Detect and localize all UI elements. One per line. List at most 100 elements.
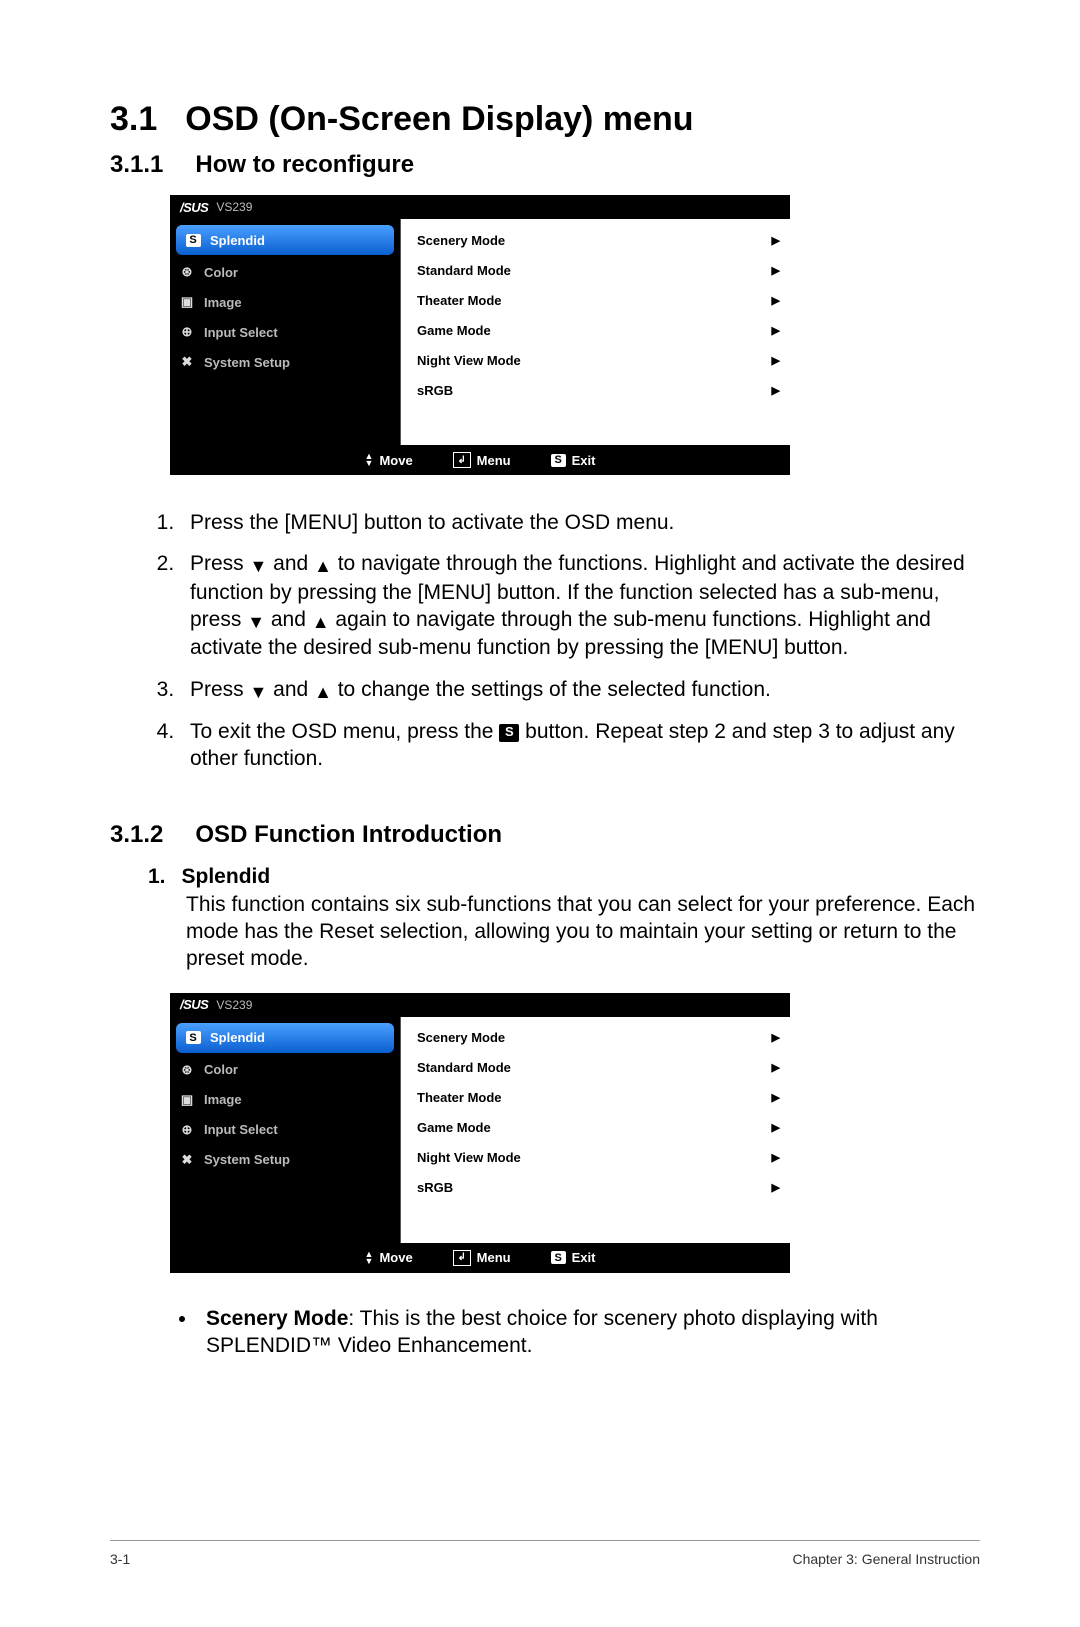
- osd-menu-label: Image: [204, 1092, 242, 1107]
- s-icon: S: [184, 1031, 202, 1044]
- osd-menu-color[interactable]: ⊛ Color: [170, 1055, 400, 1085]
- osd-menu-label: Color: [204, 1062, 238, 1077]
- osd-option-scenery[interactable]: Scenery Mode▶: [417, 225, 780, 255]
- setup-icon: ✖: [178, 1152, 196, 1168]
- input-icon: ⊕: [178, 1122, 196, 1138]
- input-icon: ⊕: [178, 324, 196, 340]
- hint-exit: S Exit: [551, 453, 596, 468]
- osd-right-menu: Scenery Mode▶ Standard Mode▶ Theater Mod…: [401, 219, 790, 445]
- osd-menu-label: Color: [204, 265, 238, 280]
- hint-exit: S Exit: [551, 1250, 596, 1265]
- osd-option-standard[interactable]: Standard Mode▶: [417, 255, 780, 285]
- page-number: 3-1: [110, 1551, 130, 1567]
- chapter-label: Chapter 3: General Instruction: [792, 1551, 980, 1567]
- osd-menu-label: System Setup: [204, 355, 290, 370]
- down-arrow-icon: ▼: [250, 682, 268, 702]
- osd-option-game[interactable]: Game Mode▶: [417, 315, 780, 345]
- brand-logo: /SUS: [180, 200, 208, 215]
- osd-menu-label: Image: [204, 295, 242, 310]
- osd-option-standard[interactable]: Standard Mode▶: [417, 1053, 780, 1083]
- chevron-right-icon: ▶: [772, 1151, 780, 1164]
- image-icon: ▣: [178, 1092, 196, 1108]
- image-icon: ▣: [178, 294, 196, 310]
- osd-menu-label: System Setup: [204, 1152, 290, 1167]
- osd-menu-system-setup[interactable]: ✖ System Setup: [170, 347, 400, 377]
- menu-icon: ↲: [453, 452, 471, 468]
- steps-list: Press the [MENU] button to activate the …: [110, 509, 980, 787]
- s-icon: S: [184, 234, 202, 247]
- chevron-right-icon: ▶: [772, 354, 780, 367]
- osd-menu-system-setup[interactable]: ✖ System Setup: [170, 1145, 400, 1175]
- osd-menu-label: Input Select: [204, 325, 278, 340]
- osd-screenshot-2: /SUS VS239 S Splendid ⊛ Color ▣ Image ⊕: [170, 993, 980, 1273]
- chevron-right-icon: ▶: [772, 1121, 780, 1134]
- osd-menu-splendid[interactable]: S Splendid: [176, 225, 394, 255]
- hint-menu: ↲ Menu: [453, 1250, 511, 1266]
- osd-header: /SUS VS239: [170, 195, 790, 219]
- osd-option-theater[interactable]: Theater Mode▶: [417, 285, 780, 315]
- section-title-text: OSD (On-Screen Display) menu: [185, 100, 693, 139]
- menu-icon: ↲: [453, 1250, 471, 1266]
- hint-menu: ↲ Menu: [453, 452, 511, 468]
- osd-option-night[interactable]: Night View Mode▶: [417, 345, 780, 375]
- step-2: Press ▼ and ▲ to navigate through the fu…: [180, 550, 980, 661]
- chevron-right-icon: ▶: [772, 264, 780, 277]
- chevron-right-icon: ▶: [772, 384, 780, 397]
- osd-footer-hints: ▲▼ Move ↲ Menu S Exit: [170, 445, 790, 475]
- up-arrow-icon: ▲: [314, 556, 332, 576]
- section-number: 3.1: [110, 100, 157, 139]
- section-heading: 3.1 OSD (On-Screen Display) menu: [110, 100, 980, 139]
- chevron-right-icon: ▶: [772, 324, 780, 337]
- subsection-1-number: 3.1.1: [110, 151, 163, 179]
- model-label: VS239: [216, 998, 252, 1012]
- osd-option-theater[interactable]: Theater Mode▶: [417, 1083, 780, 1113]
- color-icon: ⊛: [178, 264, 196, 280]
- splendid-number: 1.: [148, 865, 166, 889]
- updown-icon: ▲▼: [365, 453, 374, 467]
- osd-header: /SUS VS239: [170, 993, 790, 1017]
- subsection-2-title: OSD Function Introduction: [195, 821, 502, 849]
- osd-menu-label: Splendid: [210, 233, 265, 248]
- osd-screenshot-1: /SUS VS239 S Splendid ⊛ Color ▣ Image ⊕: [170, 195, 980, 475]
- hint-move: ▲▼ Move: [365, 1250, 413, 1265]
- chevron-right-icon: ▶: [772, 294, 780, 307]
- subsection-2-heading: 3.1.2 OSD Function Introduction: [110, 821, 980, 849]
- osd-menu-color[interactable]: ⊛ Color: [170, 257, 400, 287]
- osd-menu-label: Input Select: [204, 1122, 278, 1137]
- down-arrow-icon: ▼: [247, 612, 265, 632]
- hint-move: ▲▼ Move: [365, 453, 413, 468]
- osd-menu-input-select[interactable]: ⊕ Input Select: [170, 1115, 400, 1145]
- osd-menu-label: Splendid: [210, 1030, 265, 1045]
- bullet-scenery-mode: Scenery Mode: This is the best choice fo…: [198, 1305, 980, 1360]
- bullet-bold: Scenery Mode: [206, 1307, 348, 1330]
- osd-option-scenery[interactable]: Scenery Mode▶: [417, 1023, 780, 1053]
- s-icon: S: [551, 454, 566, 467]
- s-icon: S: [551, 1251, 566, 1264]
- splendid-description: This function contains six sub-functions…: [186, 891, 980, 973]
- subsection-1-heading: 3.1.1 How to reconfigure: [110, 151, 980, 179]
- color-icon: ⊛: [178, 1062, 196, 1078]
- osd-right-menu: Scenery Mode▶ Standard Mode▶ Theater Mod…: [401, 1017, 790, 1243]
- osd-menu-image[interactable]: ▣ Image: [170, 287, 400, 317]
- osd-option-game[interactable]: Game Mode▶: [417, 1113, 780, 1143]
- subsection-2-number: 3.1.2: [110, 821, 163, 849]
- chevron-right-icon: ▶: [772, 1091, 780, 1104]
- osd-menu-image[interactable]: ▣ Image: [170, 1085, 400, 1115]
- osd-footer-hints: ▲▼ Move ↲ Menu S Exit: [170, 1243, 790, 1273]
- subsection-1-title: How to reconfigure: [195, 151, 414, 179]
- down-arrow-icon: ▼: [250, 556, 268, 576]
- osd-menu-splendid[interactable]: S Splendid: [176, 1023, 394, 1053]
- osd-menu-input-select[interactable]: ⊕ Input Select: [170, 317, 400, 347]
- step-4: To exit the OSD menu, press the S button…: [180, 718, 980, 773]
- chevron-right-icon: ▶: [772, 234, 780, 247]
- up-arrow-icon: ▲: [312, 612, 330, 632]
- setup-icon: ✖: [178, 354, 196, 370]
- osd-option-srgb[interactable]: sRGB▶: [417, 375, 780, 405]
- chevron-right-icon: ▶: [772, 1031, 780, 1044]
- step-1: Press the [MENU] button to activate the …: [180, 509, 980, 536]
- osd-option-night[interactable]: Night View Mode▶: [417, 1143, 780, 1173]
- chevron-right-icon: ▶: [772, 1181, 780, 1194]
- osd-option-srgb[interactable]: sRGB▶: [417, 1173, 780, 1203]
- s-button-icon: S: [499, 724, 519, 742]
- splendid-heading: 1. Splendid: [148, 865, 980, 889]
